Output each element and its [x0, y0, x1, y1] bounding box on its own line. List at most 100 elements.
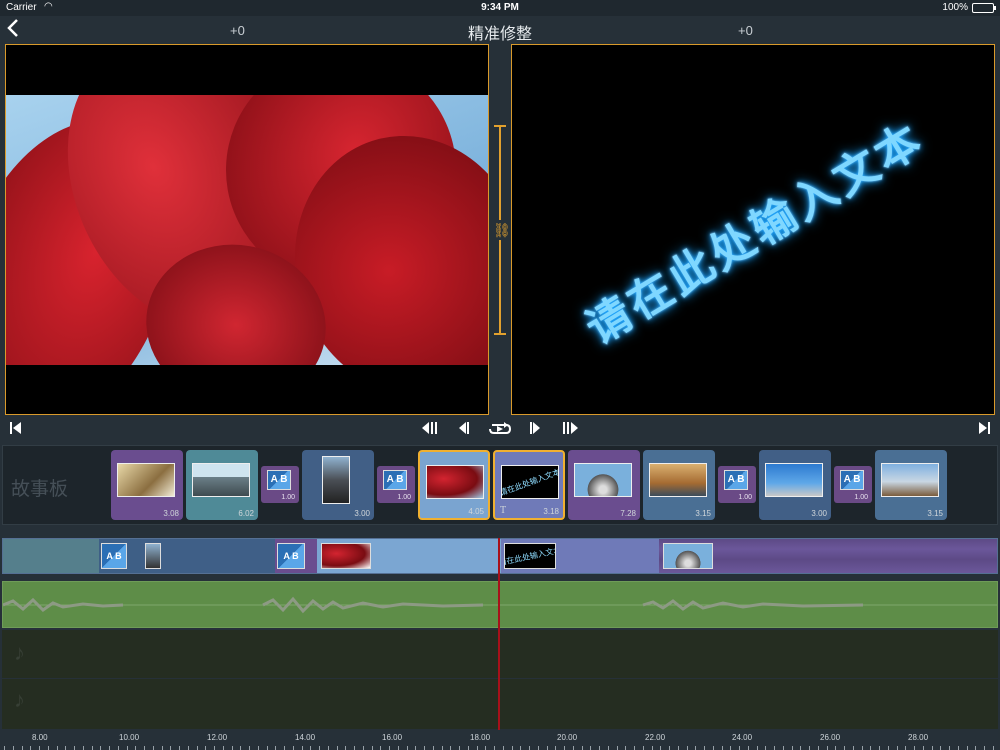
skip-to-end-icon[interactable]: [976, 420, 992, 440]
ruler-tick: [135, 746, 136, 750]
ruler-tick: [477, 746, 478, 750]
ruler-label: 10.00: [119, 733, 140, 742]
storyboard-transition[interactable]: A B 1.00: [834, 466, 872, 503]
clip-thumbnail: [765, 463, 823, 497]
ruler-tick: [757, 746, 758, 750]
ruler-tick: [328, 746, 329, 750]
storyboard-transition[interactable]: A B 1.00: [377, 466, 415, 503]
right-preview[interactable]: 请在此处输入文本: [511, 44, 995, 415]
ruler-tick: [39, 746, 40, 750]
music-track-2[interactable]: ♪: [2, 679, 998, 729]
timeline-clip[interactable]: [659, 539, 997, 573]
ruler-tick: [83, 746, 84, 750]
ruler-tick: [232, 746, 233, 750]
title-clip-icon: T: [500, 505, 507, 516]
timeline-title-clip[interactable]: 请在此处输入文本: [501, 539, 659, 573]
transition-ab-icon: A B: [383, 470, 407, 490]
time-ruler[interactable]: 8.00 10.00 12.00 14.00 16.00 18.00 20.00…: [0, 730, 1000, 750]
ruler-tick: [424, 746, 425, 750]
clip-thumbnail: [649, 463, 707, 497]
clip-duration: 3.00: [354, 509, 370, 518]
ruler-tick: [765, 746, 766, 750]
ruler-tick: [13, 746, 14, 750]
storyboard-transition[interactable]: A B 1.00: [718, 466, 756, 503]
storyboard-clip[interactable]: 7.28: [568, 450, 640, 520]
audio-track[interactable]: [2, 581, 998, 628]
ruler-tick: [127, 746, 128, 750]
timeline-transition[interactable]: A B: [275, 539, 317, 573]
ruler-tick: [372, 746, 373, 750]
jump-forward-icon[interactable]: [560, 420, 580, 440]
link-icon[interactable]: ⛓: [493, 220, 511, 240]
ruler-tick: [30, 746, 31, 750]
ruler-tick: [730, 746, 731, 750]
title-overlay: 请在此处输入文本: [512, 45, 994, 414]
battery-percent: 100%: [942, 2, 968, 13]
ruler-tick: [652, 746, 653, 750]
ruler-tick: [144, 746, 145, 750]
ruler-tick: [267, 746, 268, 750]
clip-thumbnail: 请在此处输入文本: [501, 465, 559, 499]
storyboard-clip[interactable]: 3.15: [875, 450, 947, 520]
storyboard-label: 故事板: [11, 479, 69, 500]
music-track-1[interactable]: ♪: [2, 630, 998, 678]
step-forward-icon[interactable]: [527, 420, 543, 440]
storyboard-clip[interactable]: 3.00: [302, 450, 374, 520]
clip-thumbnail: [117, 463, 175, 497]
timeline-transition[interactable]: A B: [99, 539, 141, 573]
ruler-tick: [669, 746, 670, 750]
ruler-tick: [214, 746, 215, 750]
ruler-tick: [984, 746, 985, 750]
ruler-tick: [914, 746, 915, 750]
video-track[interactable]: A B A B 请在此处输入文本: [2, 538, 998, 574]
ruler-tick: [888, 746, 889, 750]
title-thumbnail-text: 请在此处输入文本: [501, 466, 559, 498]
ruler-tick: [827, 746, 828, 750]
step-back-icon[interactable]: [456, 420, 472, 440]
ruler-tick: [319, 746, 320, 750]
storyboard-clip[interactable]: 6.02: [186, 450, 258, 520]
left-preview[interactable]: [5, 44, 489, 415]
music-note-icon: ♪: [14, 640, 25, 665]
ruler-label: 14.00: [295, 733, 316, 742]
ruler-tick: [74, 746, 75, 750]
ruler-tick: [354, 746, 355, 750]
loop-play-icon[interactable]: [487, 420, 513, 440]
skip-to-start-icon[interactable]: [8, 420, 24, 440]
ruler-tick: [48, 746, 49, 750]
ruler-label: 22.00: [645, 733, 666, 742]
storyboard-clip[interactable]: 3.08: [111, 450, 183, 520]
clip-duration: 3.00: [811, 509, 827, 518]
ruler-tick: [223, 746, 224, 750]
storyboard-title-clip[interactable]: 请在此处输入文本 T 3.18: [493, 450, 565, 520]
ruler-tick: [337, 746, 338, 750]
ruler-tick: [634, 746, 635, 750]
timeline-clip[interactable]: [141, 539, 275, 573]
ruler-tick: [538, 746, 539, 750]
transition-ab-icon: A B: [101, 543, 127, 569]
ruler-tick: [599, 746, 600, 750]
transition-duration: 1.00: [854, 494, 868, 501]
timeline-clip[interactable]: [317, 539, 501, 573]
storyboard-clip-selected[interactable]: 4.05: [418, 450, 490, 520]
trim-link-bar[interactable]: ⛓: [493, 125, 511, 335]
playhead[interactable]: [498, 538, 500, 730]
ruler-tick: [398, 746, 399, 750]
ruler-tick: [547, 746, 548, 750]
ruler-tick: [275, 746, 276, 750]
storyboard-clip[interactable]: 3.15: [643, 450, 715, 520]
ruler-tick: [442, 746, 443, 750]
ruler-tick: [415, 746, 416, 750]
timeline-clip[interactable]: [3, 539, 99, 573]
ruler-tick: [162, 746, 163, 750]
ruler-tick: [512, 746, 513, 750]
ruler-tick: [923, 746, 924, 750]
storyboard-clip[interactable]: 3.00: [759, 450, 831, 520]
ruler-tick: [608, 746, 609, 750]
jump-back-icon[interactable]: [420, 420, 440, 440]
ruler-tick: [433, 746, 434, 750]
clip-thumbnail: [145, 543, 161, 569]
transition-ab-icon: A B: [724, 470, 748, 490]
storyboard-transition[interactable]: A B 1.00: [261, 466, 299, 503]
page-title: 精准修整: [467, 26, 532, 43]
